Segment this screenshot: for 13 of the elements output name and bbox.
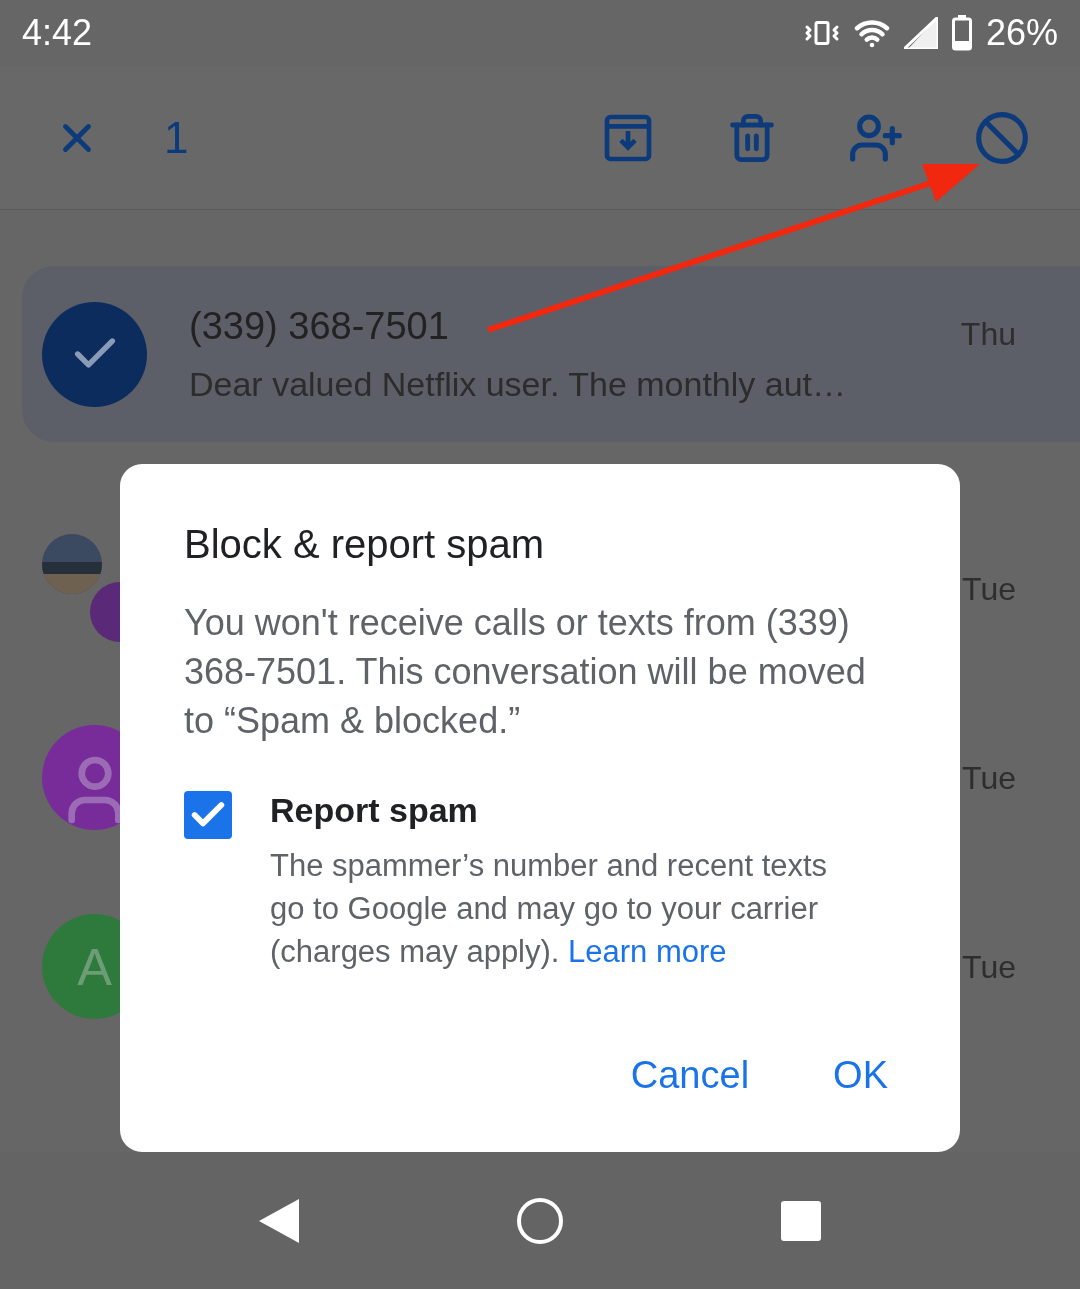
status-time: 4:42 [22, 11, 93, 55]
message-time: Tue [962, 569, 1016, 609]
message-snippet: Dear valued Netflix user. The monthly aut… [189, 364, 848, 405]
dialog-title: Block & report spam [184, 521, 546, 568]
message-time: Tue [962, 758, 1016, 798]
battery-percent: 26% [985, 11, 1058, 55]
sender-name: (339) 368-7501 [189, 304, 450, 349]
dialog-message: You won't receive calls or texts from (339) 368-7501. This conversation will be moved to “Spam & blocked.” [184, 601, 867, 743]
option-description: The spammer’s number and recent texts go to Google and may go to your carrier (charges may apply). Learn more [270, 847, 829, 971]
selected-count: 1 [164, 111, 189, 164]
option-label: Report spam [270, 790, 479, 831]
message-time: Thu [960, 315, 1016, 354]
message-time: Tue [962, 947, 1016, 987]
